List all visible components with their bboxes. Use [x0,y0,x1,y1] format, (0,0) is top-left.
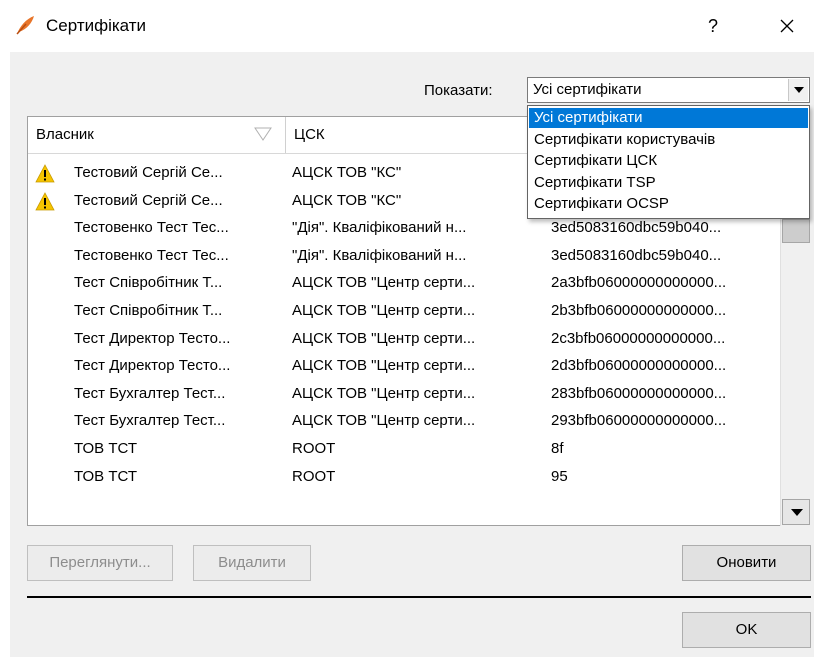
table-row[interactable]: Тест Співробітник Т... АЦСК ТОВ "Центр се… [28,298,782,326]
title-bar: Сертифікати ? [0,0,814,52]
cell-owner: Тестовий Сергій Се... [74,164,223,181]
ok-button[interactable]: OK [682,612,811,648]
column-header-owner[interactable]: Власник [28,117,286,153]
filter-option[interactable]: Сертифікати ЦСК [529,151,808,171]
cell-serial: 3ed5083160dbc59b040... [551,219,722,237]
cell-ca: АЦСК ТОВ "КС" [292,164,402,181]
cell-ca: "Дія". Кваліфікований н... [292,219,467,237]
cell-ca: АЦСК ТОВ "Центр серти... [292,274,476,292]
help-button[interactable]: ? [698,12,728,40]
cell-ca: АЦСК ТОВ "Центр серти... [292,301,476,319]
filter-dropdown-list: Усі сертифікати Сертифікати користувачів С… [527,105,810,219]
cell-serial: 3ed5083160dbc59b040... [551,246,722,264]
close-icon[interactable] [770,12,804,40]
cell-serial: 2d3bfb06000000000000... [551,357,727,375]
table-row[interactable]: ТОВ ТСТ ROOT 95 [28,464,782,492]
separator-line [27,596,811,598]
cell-owner: Тестовенко Тест Тес... [74,246,229,264]
cell-ca: ROOT [292,467,336,485]
window-title: Сертифікати [46,16,147,35]
cell-ca: АЦСК ТОВ "КС" [292,191,402,209]
table-row[interactable]: Тест Директор Тесто... АЦСК ТОВ "Центр се… [28,326,782,354]
cell-ca: ROOT [292,439,336,457]
scrollbar-thumb[interactable] [782,219,810,243]
table-row[interactable]: Тестовенко Тест Тес... "Дія". Кваліфікова… [28,215,782,243]
table-row[interactable]: ТОВ ТСТ ROOT 8f [28,436,782,464]
cell-serial: 8f [551,439,564,457]
refresh-button[interactable]: Оновити [682,545,811,581]
table-row[interactable]: Тест Співробітник Т... АЦСК ТОВ "Центр се… [28,270,782,298]
cell-serial: 2a3bfb06000000000000... [551,274,727,292]
warning-icon [35,191,55,210]
table-row[interactable]: Тест Бухгалтер Тест... АЦСК ТОВ "Центр се… [28,381,782,409]
cell-ca: АЦСК ТОВ "Центр серти... [292,412,476,430]
cell-serial: 95 [551,467,568,485]
filter-selected-value: Усі сертифікати [533,81,642,98]
filter-label: Показати: [424,82,493,99]
cell-owner: Тест Директор Тесто... [74,329,231,347]
filter-option[interactable]: Сертифікати OCSP [529,194,808,214]
chevron-down-icon[interactable] [788,79,808,101]
feather-app-icon [16,16,34,35]
column-header-owner-label: Власник [36,126,94,143]
filter-option[interactable]: Сертифікати TSP [529,173,808,193]
cell-owner: ТОВ ТСТ [74,439,137,457]
cell-ca: "Дія". Кваліфікований н... [292,246,467,264]
certificate-filter-select[interactable]: Усі сертифікати [527,77,810,103]
cell-owner: Тест Співробітник Т... [74,301,223,319]
filter-option[interactable]: Усі сертифікати [529,108,808,128]
cell-ca: АЦСК ТОВ "Центр серти... [292,384,476,402]
warning-icon [35,164,55,183]
table-row[interactable]: Тест Директор Тесто... АЦСК ТОВ "Центр се… [28,353,782,381]
view-button[interactable]: Переглянути... [27,545,173,581]
cell-ca: АЦСК ТОВ "Центр серти... [292,357,476,375]
cell-owner: ТОВ ТСТ [74,467,137,485]
sort-indicator-icon [254,127,272,141]
delete-button[interactable]: Видалити [193,545,311,581]
cell-serial: 2b3bfb06000000000000... [551,301,727,319]
cell-ca: АЦСК ТОВ "Центр серти... [292,329,476,347]
cell-serial: 283bfb06000000000000... [551,384,727,402]
cell-owner: Тестовенко Тест Тес... [74,219,229,237]
column-header-ca-label: ЦСК [294,126,325,143]
cell-owner: Тест Бухгалтер Тест... [74,412,226,430]
cell-owner: Тест Директор Тесто... [74,357,231,375]
cell-owner: Тест Співробітник Т... [74,274,223,292]
table-row[interactable]: Тест Бухгалтер Тест... АЦСК ТОВ "Центр се… [28,408,782,436]
cell-serial: 293bfb06000000000000... [551,412,727,430]
cell-serial: 2c3bfb06000000000000... [551,329,726,347]
filter-option[interactable]: Сертифікати користувачів [529,130,808,150]
scroll-down-arrow-icon[interactable] [782,499,810,525]
table-row[interactable]: Тестовенко Тест Тес... "Дія". Кваліфікова… [28,243,782,271]
cell-owner: Тестовий Сергій Се... [74,191,223,209]
cell-owner: Тест Бухгалтер Тест... [74,384,226,402]
